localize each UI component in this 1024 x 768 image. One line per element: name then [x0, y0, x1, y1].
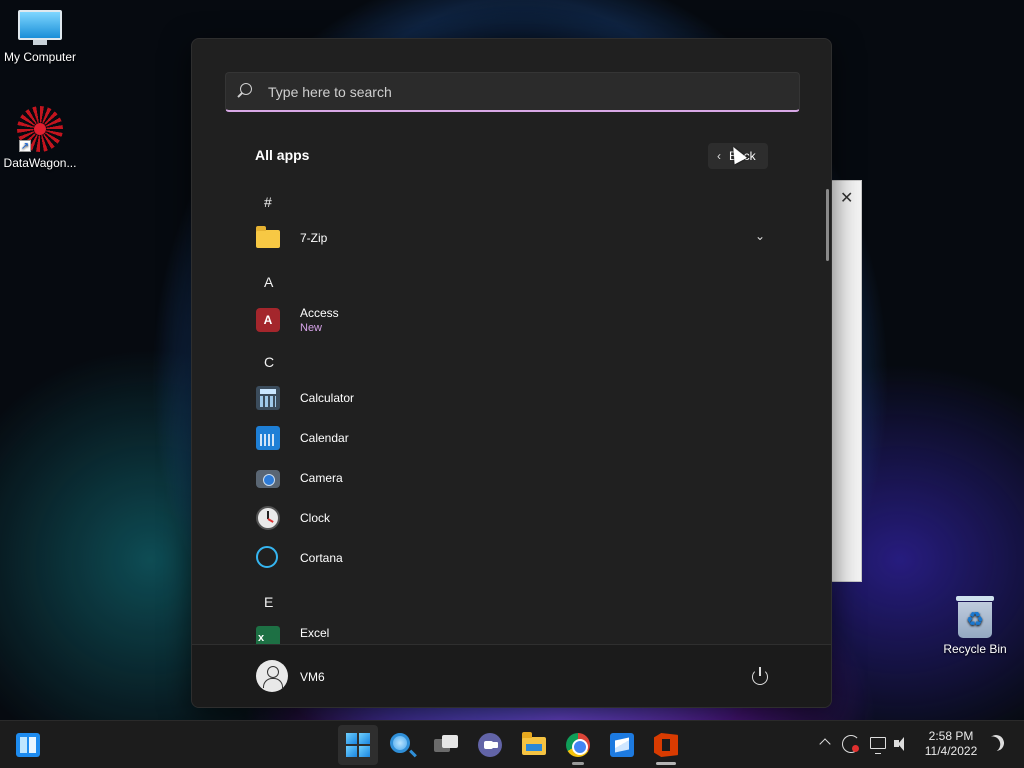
- app-item-camera[interactable]: Camera: [252, 460, 772, 496]
- file-explorer-button[interactable]: [514, 725, 554, 765]
- cortana-icon: [256, 546, 278, 568]
- desktop-icon-label: Recycle Bin: [943, 642, 1007, 656]
- camera-icon: [256, 470, 280, 488]
- app-item-7zip[interactable]: 7-Zip ⌄: [252, 220, 772, 256]
- teams-chat-icon: [478, 733, 502, 757]
- app-name: Calendar: [300, 431, 349, 445]
- taskbar: 2:58 PM 11/4/2022: [0, 720, 1024, 768]
- close-icon[interactable]: ✕: [840, 188, 853, 208]
- widgets-icon: [16, 733, 40, 757]
- desktop-icon-label: DataWagon...: [3, 156, 77, 170]
- network-icon[interactable]: [870, 737, 886, 754]
- calculator-icon: [256, 386, 280, 410]
- chrome-icon: [566, 733, 590, 757]
- app-item-calendar[interactable]: Calendar: [252, 420, 772, 456]
- box-app-button[interactable]: [602, 725, 642, 765]
- focus-assist-moon-icon[interactable]: [986, 733, 1007, 754]
- app-name: Cortana: [300, 551, 343, 565]
- app-item-clock[interactable]: Clock: [252, 500, 772, 536]
- task-view-icon: [434, 733, 458, 757]
- background-window[interactable]: ✕: [831, 180, 862, 582]
- update-icon[interactable]: [842, 735, 860, 753]
- group-letter[interactable]: A: [264, 274, 273, 290]
- computer-icon: [18, 10, 62, 46]
- start-icon: [346, 733, 370, 757]
- recycle-bin-icon: ♻: [956, 596, 994, 638]
- app-item-calculator[interactable]: Calculator: [252, 380, 772, 416]
- start-menu: All apps ‹ Back # 7-Zip ⌄ A A Access New…: [191, 38, 832, 708]
- search-button[interactable]: [382, 725, 422, 765]
- search-icon: [390, 733, 410, 753]
- app-name: Camera: [300, 471, 343, 485]
- app-item-excel[interactable]: x Excel: [252, 620, 772, 644]
- group-letter[interactable]: E: [264, 594, 273, 610]
- file-explorer-icon: [522, 732, 546, 755]
- desktop-icon-my-computer[interactable]: My Computer: [0, 10, 80, 64]
- clock-date: 11/4/2022: [924, 744, 978, 758]
- start-menu-footer: VM6: [192, 644, 831, 707]
- app-name: Clock: [300, 511, 331, 525]
- taskbar-clock[interactable]: 2:58 PM 11/4/2022: [918, 729, 984, 768]
- teams-chat-button[interactable]: [470, 725, 510, 765]
- folder-icon: [256, 226, 280, 248]
- user-name[interactable]: VM6: [300, 670, 325, 684]
- datawagon-logo-icon: ↗: [17, 106, 63, 152]
- clock-icon: [256, 506, 280, 530]
- app-name: Calculator: [300, 391, 355, 405]
- chevron-left-icon: ‹: [717, 149, 721, 163]
- widgets-button[interactable]: [8, 725, 48, 765]
- user-avatar-icon[interactable]: [256, 660, 288, 692]
- app-list: # 7-Zip ⌄ A A Access New C Calculator Ca…: [192, 182, 828, 644]
- power-button[interactable]: [750, 666, 770, 686]
- volume-icon[interactable]: [894, 735, 912, 753]
- start-button[interactable]: [338, 725, 378, 765]
- clock-time: 2:58 PM: [928, 729, 974, 743]
- app-item-cortana[interactable]: Cortana: [252, 540, 772, 576]
- desktop-icon-datawagon[interactable]: ↗ DataWagon...: [0, 106, 80, 170]
- office-button[interactable]: [646, 725, 686, 765]
- running-indicator: [572, 762, 584, 765]
- chevron-down-icon[interactable]: ⌄: [755, 229, 765, 243]
- search-box[interactable]: [225, 72, 800, 112]
- search-icon: [240, 83, 252, 95]
- desktop-icon-recycle-bin[interactable]: ♻ Recycle Bin: [935, 596, 1015, 656]
- all-apps-title: All apps: [255, 147, 310, 163]
- search-input[interactable]: [268, 81, 768, 103]
- app-name: Access: [300, 306, 339, 320]
- box-app-icon: [610, 733, 634, 757]
- access-icon: A: [256, 308, 280, 332]
- group-letter[interactable]: C: [264, 354, 274, 370]
- app-name: Excel: [300, 626, 330, 640]
- office-icon: [654, 733, 678, 757]
- desktop-icon-label: My Computer: [3, 50, 77, 64]
- active-indicator: [656, 762, 676, 765]
- new-badge: New: [300, 322, 323, 334]
- chrome-button[interactable]: [558, 725, 598, 765]
- chevron-up-icon[interactable]: [818, 735, 832, 749]
- task-view-button[interactable]: [426, 725, 466, 765]
- scrollbar-thumb[interactable]: [826, 189, 829, 261]
- group-letter[interactable]: #: [264, 194, 272, 210]
- app-name: 7-Zip: [300, 231, 328, 245]
- excel-icon: x: [256, 626, 280, 644]
- app-item-access[interactable]: A Access New: [252, 302, 772, 338]
- shortcut-arrow-icon: ↗: [19, 140, 31, 152]
- calendar-icon: [256, 426, 280, 450]
